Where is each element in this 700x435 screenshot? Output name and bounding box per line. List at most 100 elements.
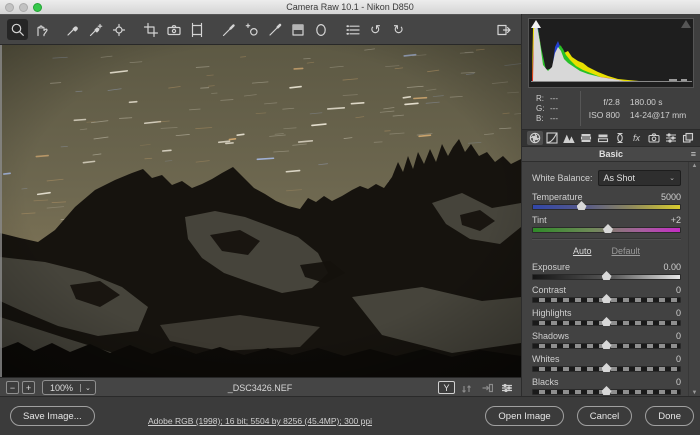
cancel-button[interactable]: Cancel	[577, 406, 633, 426]
transform-tool-button[interactable]	[186, 19, 207, 40]
hand-tool-button[interactable]	[30, 19, 51, 40]
panel-scroll-area: ▲ ▼ White Balance: As Shot ⌄ Temperature…	[522, 162, 700, 397]
red-eye-icon	[244, 22, 259, 37]
done-button[interactable]: Done	[645, 406, 694, 426]
slider-thumb[interactable]	[602, 294, 612, 303]
slider-thumb[interactable]	[602, 317, 612, 326]
zoom-tool-button[interactable]	[7, 19, 28, 40]
zoom-level-dropdown[interactable]: 100% ⌄	[42, 380, 96, 395]
preview-preferences-button[interactable]	[498, 381, 515, 394]
preferences-tool-button[interactable]	[342, 19, 363, 40]
fx-icon: fx	[633, 133, 640, 143]
slider-temperature: Temperature 5000	[532, 192, 681, 210]
eyedropper-icon	[65, 22, 80, 37]
slider-shadows: Shadows 0	[532, 331, 681, 349]
before-after-toggle-button[interactable]: Y	[438, 381, 455, 394]
magnifier-icon	[10, 22, 25, 37]
slider-thumb[interactable]	[603, 224, 613, 233]
slider-thumb[interactable]	[602, 386, 612, 395]
radial-filter-tool-button[interactable]	[310, 19, 331, 40]
slider-highlights: Highlights 0	[532, 308, 681, 326]
tab-camera-calibration[interactable]	[646, 131, 662, 145]
swap-arrows-icon	[461, 383, 473, 393]
slider-thumb[interactable]	[602, 363, 612, 372]
exposure-slider-track[interactable]	[532, 274, 681, 280]
color-sampler-tool-button[interactable]	[85, 19, 106, 40]
blacks-slider-track[interactable]	[532, 389, 681, 395]
tab-hsl-grayscale[interactable]	[578, 131, 594, 145]
tab-effects[interactable]: fx	[629, 131, 645, 145]
preview-toggles: Y	[435, 381, 515, 394]
r-value: ---	[550, 94, 558, 103]
slider-thumb[interactable]	[602, 340, 612, 349]
rotate-left-tool-button[interactable]: ↺	[365, 19, 386, 40]
tab-snapshots[interactable]	[680, 131, 696, 145]
highlights-slider-track[interactable]	[532, 320, 681, 326]
tab-tone-curve[interactable]	[544, 131, 560, 145]
chevron-down-icon: ⌄	[669, 174, 675, 182]
red-eye-tool-button[interactable]	[241, 19, 262, 40]
tab-presets[interactable]	[663, 131, 679, 145]
straighten-tool-button[interactable]	[163, 19, 184, 40]
tab-detail[interactable]	[561, 131, 577, 145]
contrast-slider-track[interactable]	[532, 297, 681, 303]
histogram-plot	[529, 19, 694, 85]
default-link[interactable]: Default	[611, 246, 640, 256]
tab-basic[interactable]	[527, 131, 543, 145]
temperature-value: 5000	[661, 192, 681, 202]
open-image-button[interactable]: Open Image	[485, 406, 563, 426]
panel-tabs: fx	[522, 129, 700, 147]
panel-scrollbar[interactable]: ▲ ▼	[688, 162, 700, 397]
r-label: R:	[536, 94, 550, 103]
auto-link[interactable]: Auto	[573, 246, 592, 256]
adjustments-panel: R:--- G:--- B:--- f/2.8 180.00 s ISO 800…	[521, 14, 700, 397]
workflow-options-link[interactable]: Adobe RGB (1998); 16 bit; 5504 by 8256 (…	[148, 416, 372, 426]
panel-menu-icon[interactable]: ≡	[691, 149, 696, 159]
copy-settings-button[interactable]	[478, 381, 495, 394]
camera-raw-window: Camera Raw 10.1 - Nikon D850	[0, 0, 700, 435]
graduated-filter-tool-button[interactable]	[287, 19, 308, 40]
slider-tint: Tint +2	[532, 215, 681, 233]
tab-lens-corrections[interactable]	[612, 131, 628, 145]
highlights-label: Highlights	[532, 308, 572, 318]
scroll-up-arrow[interactable]: ▲	[692, 162, 698, 170]
filename-label: _DSC3426.NEF	[110, 383, 410, 393]
highlight-clipping-warning[interactable]	[681, 20, 691, 28]
image-preview-canvas[interactable]	[0, 45, 521, 377]
g-value: ---	[550, 104, 558, 113]
crop-tool-button[interactable]	[140, 19, 161, 40]
slider-thumb[interactable]	[602, 271, 612, 280]
tint-label: Tint	[532, 215, 547, 225]
tint-slider-track[interactable]	[532, 227, 681, 233]
slider-thumb[interactable]	[577, 201, 587, 210]
rotate-right-tool-button[interactable]: ↻	[388, 19, 409, 40]
white-balance-label: White Balance:	[532, 173, 593, 183]
sample-exif-info: R:--- G:--- B:--- f/2.8 180.00 s ISO 800…	[528, 91, 694, 126]
chevron-down-icon: ⌄	[80, 384, 95, 392]
panel-title: Basic	[522, 149, 700, 159]
shadows-slider-track[interactable]	[532, 343, 681, 349]
slider-whites: Whites 0	[532, 354, 681, 372]
slider-contrast: Contrast 0	[532, 285, 681, 303]
tab-split-toning[interactable]	[595, 131, 611, 145]
zoom-in-button[interactable]: +	[22, 381, 35, 394]
swap-before-after-button[interactable]	[458, 381, 475, 394]
whites-slider-track[interactable]	[532, 366, 681, 372]
divider	[532, 238, 681, 240]
snapshots-icon	[682, 132, 694, 144]
shadow-clipping-warning[interactable]	[531, 20, 541, 28]
footer-actions: Open Image Cancel Done	[485, 406, 694, 426]
toggle-fullscreen-button[interactable]	[493, 19, 514, 40]
target-icon	[111, 22, 126, 37]
iso-value: ISO 800	[589, 110, 620, 120]
zoom-out-button[interactable]: −	[6, 381, 19, 394]
white-balance-select[interactable]: As Shot ⌄	[598, 170, 681, 186]
curve-icon	[546, 132, 558, 144]
targeted-adjustment-tool-button[interactable]	[108, 19, 129, 40]
temperature-slider-track[interactable]	[532, 204, 681, 210]
adjustment-brush-tool-button[interactable]	[264, 19, 285, 40]
spot-removal-tool-button[interactable]	[218, 19, 239, 40]
split-bars-icon	[597, 132, 609, 144]
white-balance-tool-button[interactable]	[62, 19, 83, 40]
histogram	[528, 18, 694, 88]
